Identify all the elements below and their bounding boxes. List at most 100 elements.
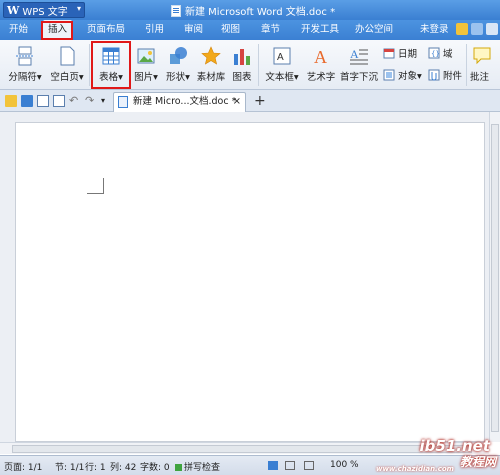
textbox-label: 文本框▾: [265, 72, 299, 83]
tab-office-space[interactable]: 办公空间: [355, 20, 393, 40]
textbox-icon: A: [272, 46, 292, 66]
insert-ribbon: 分隔符▾ 空白页▾ 表格▾ 图片▾ 形状▾ 素材库 图表 A 文本框▾ A 艺术…: [0, 40, 500, 90]
shape-button[interactable]: 形状▾: [163, 46, 193, 83]
comment-label: 批注: [470, 72, 490, 83]
textbox-button[interactable]: A 文本框▾: [263, 46, 301, 83]
page-indicator[interactable]: 页面: 1/1: [4, 460, 42, 473]
vertical-scrollbar[interactable]: [489, 112, 500, 442]
document-page[interactable]: [15, 122, 485, 442]
row-indicator: 行: 1: [85, 463, 106, 473]
window-title-text: 新建 Microsoft Word 文档.doc *: [185, 7, 336, 18]
wordart-label: 艺术字: [306, 72, 336, 83]
column-indicator: 列: 42: [110, 463, 137, 473]
star-icon: [201, 46, 221, 66]
chevron-down-icon[interactable]: ▾: [101, 95, 113, 107]
print-preview-icon[interactable]: [53, 95, 65, 107]
wps-app-menu-button[interactable]: W WPS 文字 ▾: [3, 2, 85, 18]
help-icon[interactable]: [471, 23, 483, 35]
chart-button[interactable]: 图表: [230, 46, 254, 83]
quick-access-toolbar: ↶ ↷ ▾: [0, 90, 500, 112]
page-view-icon[interactable]: [268, 461, 278, 470]
tab-references[interactable]: 引用: [145, 20, 164, 40]
object-button[interactable]: 对象▾: [383, 68, 422, 82]
blank-page-icon: [57, 46, 77, 66]
tab-insert[interactable]: 插入: [43, 20, 73, 40]
separator: [258, 44, 259, 86]
horizontal-scrollbar[interactable]: [0, 442, 489, 454]
object-label: 对象▾: [398, 71, 422, 82]
page-break-icon: [15, 46, 35, 66]
material-library-button[interactable]: 素材库: [196, 46, 226, 83]
tab-developer[interactable]: 开发工具: [301, 20, 339, 40]
comment-button[interactable]: 批注: [470, 46, 500, 83]
blank-page-button[interactable]: 空白页▾: [48, 46, 86, 83]
dropcap-icon: A: [349, 46, 369, 66]
outline-view-icon[interactable]: [285, 461, 295, 470]
tab-page-layout[interactable]: 页面布局: [87, 20, 125, 40]
title-bar: W WPS 文字 ▾ 新建 Microsoft Word 文档.doc *: [0, 0, 500, 20]
date-button[interactable]: 日期: [383, 46, 417, 60]
word-count[interactable]: 字数: 0: [140, 460, 170, 473]
svg-text:{}: {}: [431, 50, 440, 58]
calendar-icon: [383, 47, 395, 59]
page-break-label: 分隔符▾: [8, 72, 42, 83]
wps-logo-icon: W: [7, 3, 20, 17]
material-library-label: 素材库: [196, 72, 226, 83]
field-icon: {}: [428, 47, 440, 59]
open-icon[interactable]: [5, 95, 17, 107]
save-icon[interactable]: [21, 95, 33, 107]
document-icon: [171, 4, 181, 17]
table-icon: [101, 46, 121, 66]
picture-button[interactable]: 图片▾: [131, 46, 161, 83]
undo-icon[interactable]: ↶: [69, 95, 81, 107]
document-workspace: [0, 112, 489, 442]
close-icon[interactable]: ×: [233, 93, 241, 111]
separator: [466, 44, 467, 86]
tab-view[interactable]: 视图: [221, 20, 240, 40]
check-icon: [175, 464, 182, 471]
svg-text:A: A: [314, 47, 327, 66]
comment-icon: [472, 46, 492, 66]
window-controls: [456, 23, 498, 35]
object-icon: [383, 69, 395, 81]
attachment-button[interactable]: 附件: [428, 68, 462, 82]
status-bar: 页面: 1/1 节: 1/1 行: 1 列: 42 字数: 0 拼写检查 100…: [0, 455, 500, 475]
redo-icon[interactable]: ↷: [85, 95, 97, 107]
picture-icon: [136, 46, 156, 66]
login-status[interactable]: 未登录: [420, 20, 449, 40]
web-view-icon[interactable]: [304, 461, 314, 470]
section-indicator: 节: 1/1: [55, 463, 85, 473]
blank-page-label: 空白页▾: [50, 72, 84, 83]
spell-check[interactable]: 拼写检查: [175, 460, 220, 473]
date-label: 日期: [398, 49, 418, 60]
skin-icon[interactable]: [456, 23, 468, 35]
document-tab-name: 新建 Micro...文档.doc *: [133, 96, 237, 107]
page-break-button[interactable]: 分隔符▾: [6, 46, 44, 83]
dropcap-button[interactable]: A 首字下沉: [339, 46, 379, 83]
tab-review[interactable]: 审阅: [184, 20, 203, 40]
dropcap-label: 首字下沉: [339, 72, 378, 83]
svg-text:A: A: [350, 47, 359, 61]
new-tab-button[interactable]: +: [254, 93, 266, 109]
scroll-thumb[interactable]: [12, 445, 472, 453]
field-button[interactable]: {} 域: [428, 46, 453, 60]
bar-chart-icon: [232, 46, 252, 66]
picture-label: 图片▾: [134, 72, 158, 83]
field-label: 域: [443, 49, 453, 60]
svg-text:A: A: [277, 52, 284, 63]
table-button[interactable]: 表格▾: [94, 46, 128, 83]
tab-section[interactable]: 章节: [261, 20, 280, 40]
scroll-thumb[interactable]: [491, 124, 499, 432]
chart-label: 图表: [232, 72, 252, 83]
shape-label: 形状▾: [166, 72, 190, 83]
margin-corner-mark: [87, 178, 104, 194]
wordart-button[interactable]: A 艺术字: [305, 46, 337, 83]
table-label: 表格▾: [99, 72, 123, 83]
print-icon[interactable]: [37, 95, 49, 107]
zoom-level[interactable]: 100 %: [330, 460, 359, 470]
tab-home[interactable]: 开始: [9, 20, 28, 40]
settings-icon[interactable]: [486, 23, 498, 35]
menu-bar: 开始 插入 页面布局 引用 审阅 视图 章节 开发工具 办公空间 未登录: [0, 20, 500, 40]
document-tab[interactable]: 新建 Micro...文档.doc * ×: [113, 92, 246, 112]
document-icon: [118, 96, 128, 108]
